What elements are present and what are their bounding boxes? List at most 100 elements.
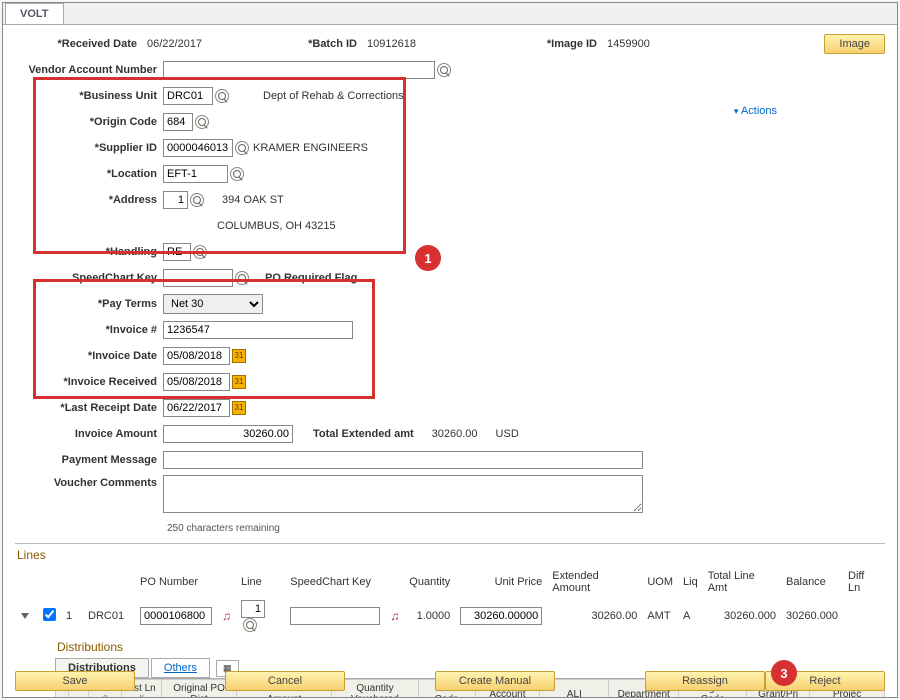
lines-header-row: PO Number Line SpeedChart Key Quantity U… [17, 568, 883, 596]
location-input[interactable] [163, 165, 228, 183]
actions-link[interactable]: Actions [734, 105, 777, 117]
col-tla: Total Line Amt [704, 568, 780, 596]
address-label: Address [15, 194, 163, 206]
col-liq: Liq [679, 568, 702, 596]
col-speed: SpeedChart Key [286, 568, 384, 596]
total-ext-value: 30260.00 [428, 428, 478, 440]
col-qty: Quantity [405, 568, 454, 596]
po-required-flag-label: PO Required Flag [261, 272, 357, 284]
col-diff: Diff Ln [844, 568, 883, 596]
currency-value: USD [492, 428, 519, 440]
col-uom: UOM [643, 568, 677, 596]
cancel-button[interactable]: Cancel [225, 671, 345, 691]
related-icon[interactable]: ♫ [390, 609, 399, 623]
lookup-icon[interactable] [195, 115, 209, 129]
supplier-name: KRAMER ENGINEERS [249, 142, 368, 154]
handling-label: Handling [15, 246, 163, 258]
batch-id-value: 10912618 [363, 38, 503, 50]
calendar-icon[interactable]: 31 [232, 375, 246, 389]
lookup-icon[interactable] [235, 141, 249, 155]
invoice-date-label: Invoice Date [15, 350, 163, 362]
main-content: Received Date 06/22/2017 Batch ID 109126… [3, 25, 897, 698]
lines-row: 1 DRC01 ♫ ♫ 1.0000 30260.00 AMT A 30260.… [17, 598, 883, 634]
invoice-amount-input[interactable] [163, 425, 293, 443]
invoice-date-input[interactable] [163, 347, 230, 365]
business-unit-label: Business Unit [15, 90, 163, 102]
vendor-acct-label: Vendor Account Number [15, 64, 163, 76]
col-line: Line [237, 568, 284, 596]
tab-bar: VOLT [3, 3, 897, 25]
last-receipt-label: Last Receipt Date [15, 402, 163, 414]
tab-volt[interactable]: VOLT [5, 3, 64, 24]
received-date-value: 06/22/2017 [143, 38, 253, 50]
line-checkbox[interactable] [43, 608, 56, 621]
vendor-acct-input[interactable] [163, 61, 435, 79]
footer-buttons: Save Cancel Create Manual Reassign Rejec… [15, 671, 885, 691]
voucher-comments-label: Voucher Comments [15, 475, 163, 489]
line-qty: 1.0000 [405, 598, 454, 634]
total-ext-label: Total Extended amt [313, 428, 420, 440]
image-id-value: 1459900 [603, 38, 713, 50]
invoice-num-input[interactable] [163, 321, 353, 339]
invoice-received-input[interactable] [163, 373, 230, 391]
lookup-icon[interactable] [235, 271, 249, 285]
app-window: VOLT Received Date 06/22/2017 Batch ID 1… [2, 2, 898, 698]
annotation-marker-3: 3 [771, 660, 797, 686]
col-bal: Balance [782, 568, 842, 596]
invoice-received-label: Invoice Received [15, 376, 163, 388]
invoice-amount-label: Invoice Amount [15, 428, 163, 440]
vendor-acct-row: Vendor Account Number [15, 59, 885, 81]
lookup-icon[interactable] [190, 193, 204, 207]
line-uom: AMT [643, 598, 677, 634]
line-seq: 1 [62, 598, 82, 634]
line-speedchart-input[interactable] [290, 607, 380, 625]
calendar-icon[interactable]: 31 [232, 401, 246, 415]
received-date-label: Received Date [15, 38, 143, 50]
create-manual-button[interactable]: Create Manual [435, 671, 555, 691]
location-label: Location [15, 168, 163, 180]
lookup-icon[interactable] [193, 245, 207, 259]
reassign-button[interactable]: Reassign [645, 671, 765, 691]
speedchart-label: SpeedChart Key [15, 272, 163, 284]
col-uprice: Unit Price [456, 568, 546, 596]
line-num-input[interactable] [241, 600, 265, 618]
handling-input[interactable] [163, 243, 191, 261]
line-bal: 30260.000 [782, 598, 842, 634]
lookup-icon[interactable] [215, 89, 229, 103]
payment-message-input[interactable] [163, 451, 643, 469]
expand-icon[interactable] [21, 613, 29, 619]
pay-terms-label: Pay Terms [15, 298, 163, 310]
lookup-icon[interactable] [437, 63, 451, 77]
address-seq-input[interactable] [163, 191, 188, 209]
line-bu: DRC01 [84, 598, 134, 634]
supplier-id-input[interactable] [163, 139, 233, 157]
pay-terms-select[interactable]: Net 30 [163, 294, 263, 314]
save-button[interactable]: Save [15, 671, 135, 691]
col-po: PO Number [136, 568, 216, 596]
voucher-comments-input[interactable] [163, 475, 643, 513]
image-button[interactable]: Image [824, 34, 885, 54]
line-ext: 30260.00 [548, 598, 641, 634]
lines-heading: Lines [15, 543, 885, 566]
calendar-icon[interactable]: 31 [232, 349, 246, 363]
unit-price-input[interactable] [460, 607, 542, 625]
actions-menu[interactable]: Actions [734, 105, 777, 117]
business-unit-desc: Dept of Rehab & Corrections [259, 90, 404, 102]
lookup-icon[interactable] [230, 167, 244, 181]
last-receipt-input[interactable] [163, 399, 230, 417]
distributions-heading: Distributions [55, 636, 885, 658]
header-row: Received Date 06/22/2017 Batch ID 109126… [15, 33, 885, 55]
business-unit-input[interactable] [163, 87, 213, 105]
origin-code-label: Origin Code [15, 116, 163, 128]
address-line2: COLUMBUS, OH 43215 [213, 220, 336, 232]
lookup-icon[interactable] [243, 618, 257, 632]
po-number-input[interactable] [140, 607, 212, 625]
col-ext: Extended Amount [548, 568, 641, 596]
supplier-id-label: Supplier ID [15, 142, 163, 154]
speedchart-input[interactable] [163, 269, 233, 287]
line-tla: 30260.000 [704, 598, 780, 634]
lines-table: PO Number Line SpeedChart Key Quantity U… [15, 566, 885, 636]
invoice-num-label: Invoice # [15, 324, 163, 336]
related-icon[interactable]: ♫ [222, 609, 231, 623]
origin-code-input[interactable] [163, 113, 193, 131]
